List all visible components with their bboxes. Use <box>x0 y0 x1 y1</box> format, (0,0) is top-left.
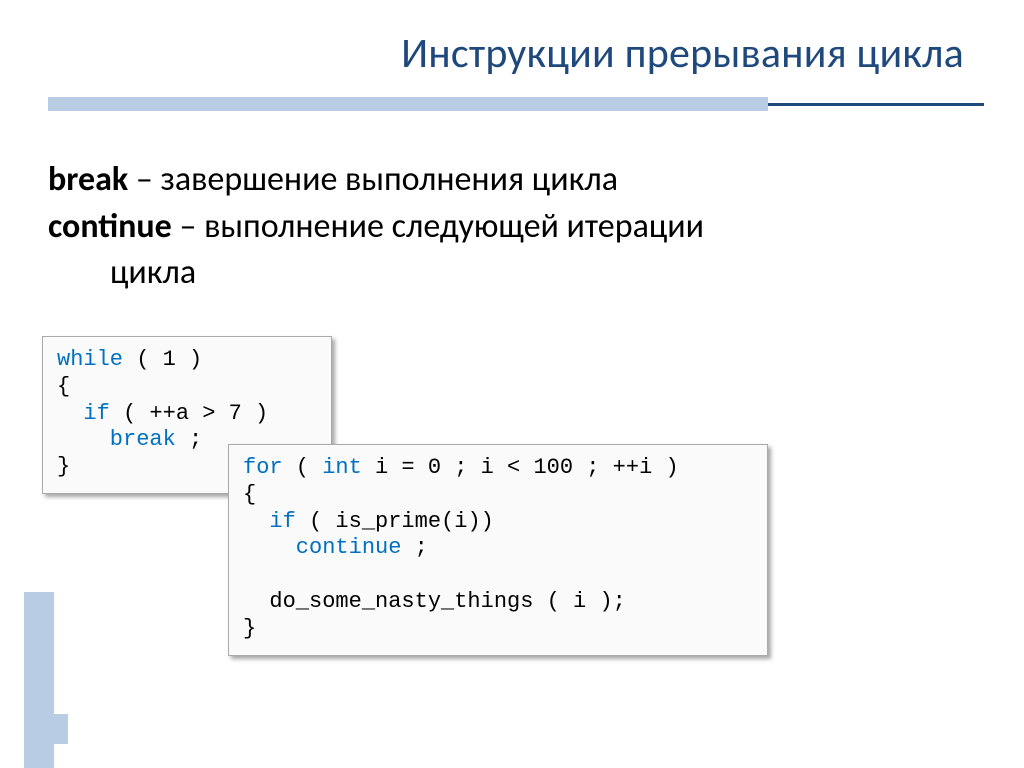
break-line: break – завершение выполнения цикла <box>48 159 984 202</box>
continue-desc: – выполнение следующей итерации <box>172 206 704 247</box>
code-text: ; <box>176 427 202 452</box>
title-rule <box>48 97 984 111</box>
code-text: ( <box>283 455 323 480</box>
kw-if: if <box>57 401 110 426</box>
code-text: } <box>243 616 256 641</box>
corner-decoration <box>0 592 68 768</box>
code-text: ; <box>401 535 427 560</box>
code-box-for: for ( int i = 0 ; i < 100 ; ++i ) { if (… <box>228 444 768 656</box>
continue-line: continue – выполнение следующей итерации <box>48 206 984 249</box>
kw-break: break <box>57 427 176 452</box>
kw-while: while <box>57 347 123 372</box>
kw-int: int <box>322 455 362 480</box>
code-text: ( ++a > 7 ) <box>110 401 268 426</box>
kw-if: if <box>243 509 296 534</box>
break-desc: – завершение выполнения цикла <box>128 159 618 200</box>
rule-bar <box>48 97 768 111</box>
break-term: break <box>48 159 128 200</box>
continue-term: continue <box>48 206 172 247</box>
code-text: i = 0 ; i < 100 ; ++i ) <box>362 455 679 480</box>
slide-title: Инструкции прерывания цикла <box>48 28 984 79</box>
body-text: break – завершение выполнения цикла cont… <box>48 159 984 295</box>
code-text: { <box>243 482 256 507</box>
corner-horizontal <box>24 714 68 744</box>
code-text: ( 1 ) <box>123 347 202 372</box>
continue-line-2: цикла <box>48 252 984 295</box>
code-text: { <box>57 374 70 399</box>
kw-continue: continue <box>243 535 401 560</box>
kw-for: for <box>243 455 283 480</box>
slide: Инструкции прерывания цикла break – заве… <box>0 0 1024 768</box>
code-text: do_some_nasty_things ( i ); <box>243 589 626 614</box>
code-text: ( is_prime(i)) <box>296 509 494 534</box>
code-text: } <box>57 454 70 479</box>
